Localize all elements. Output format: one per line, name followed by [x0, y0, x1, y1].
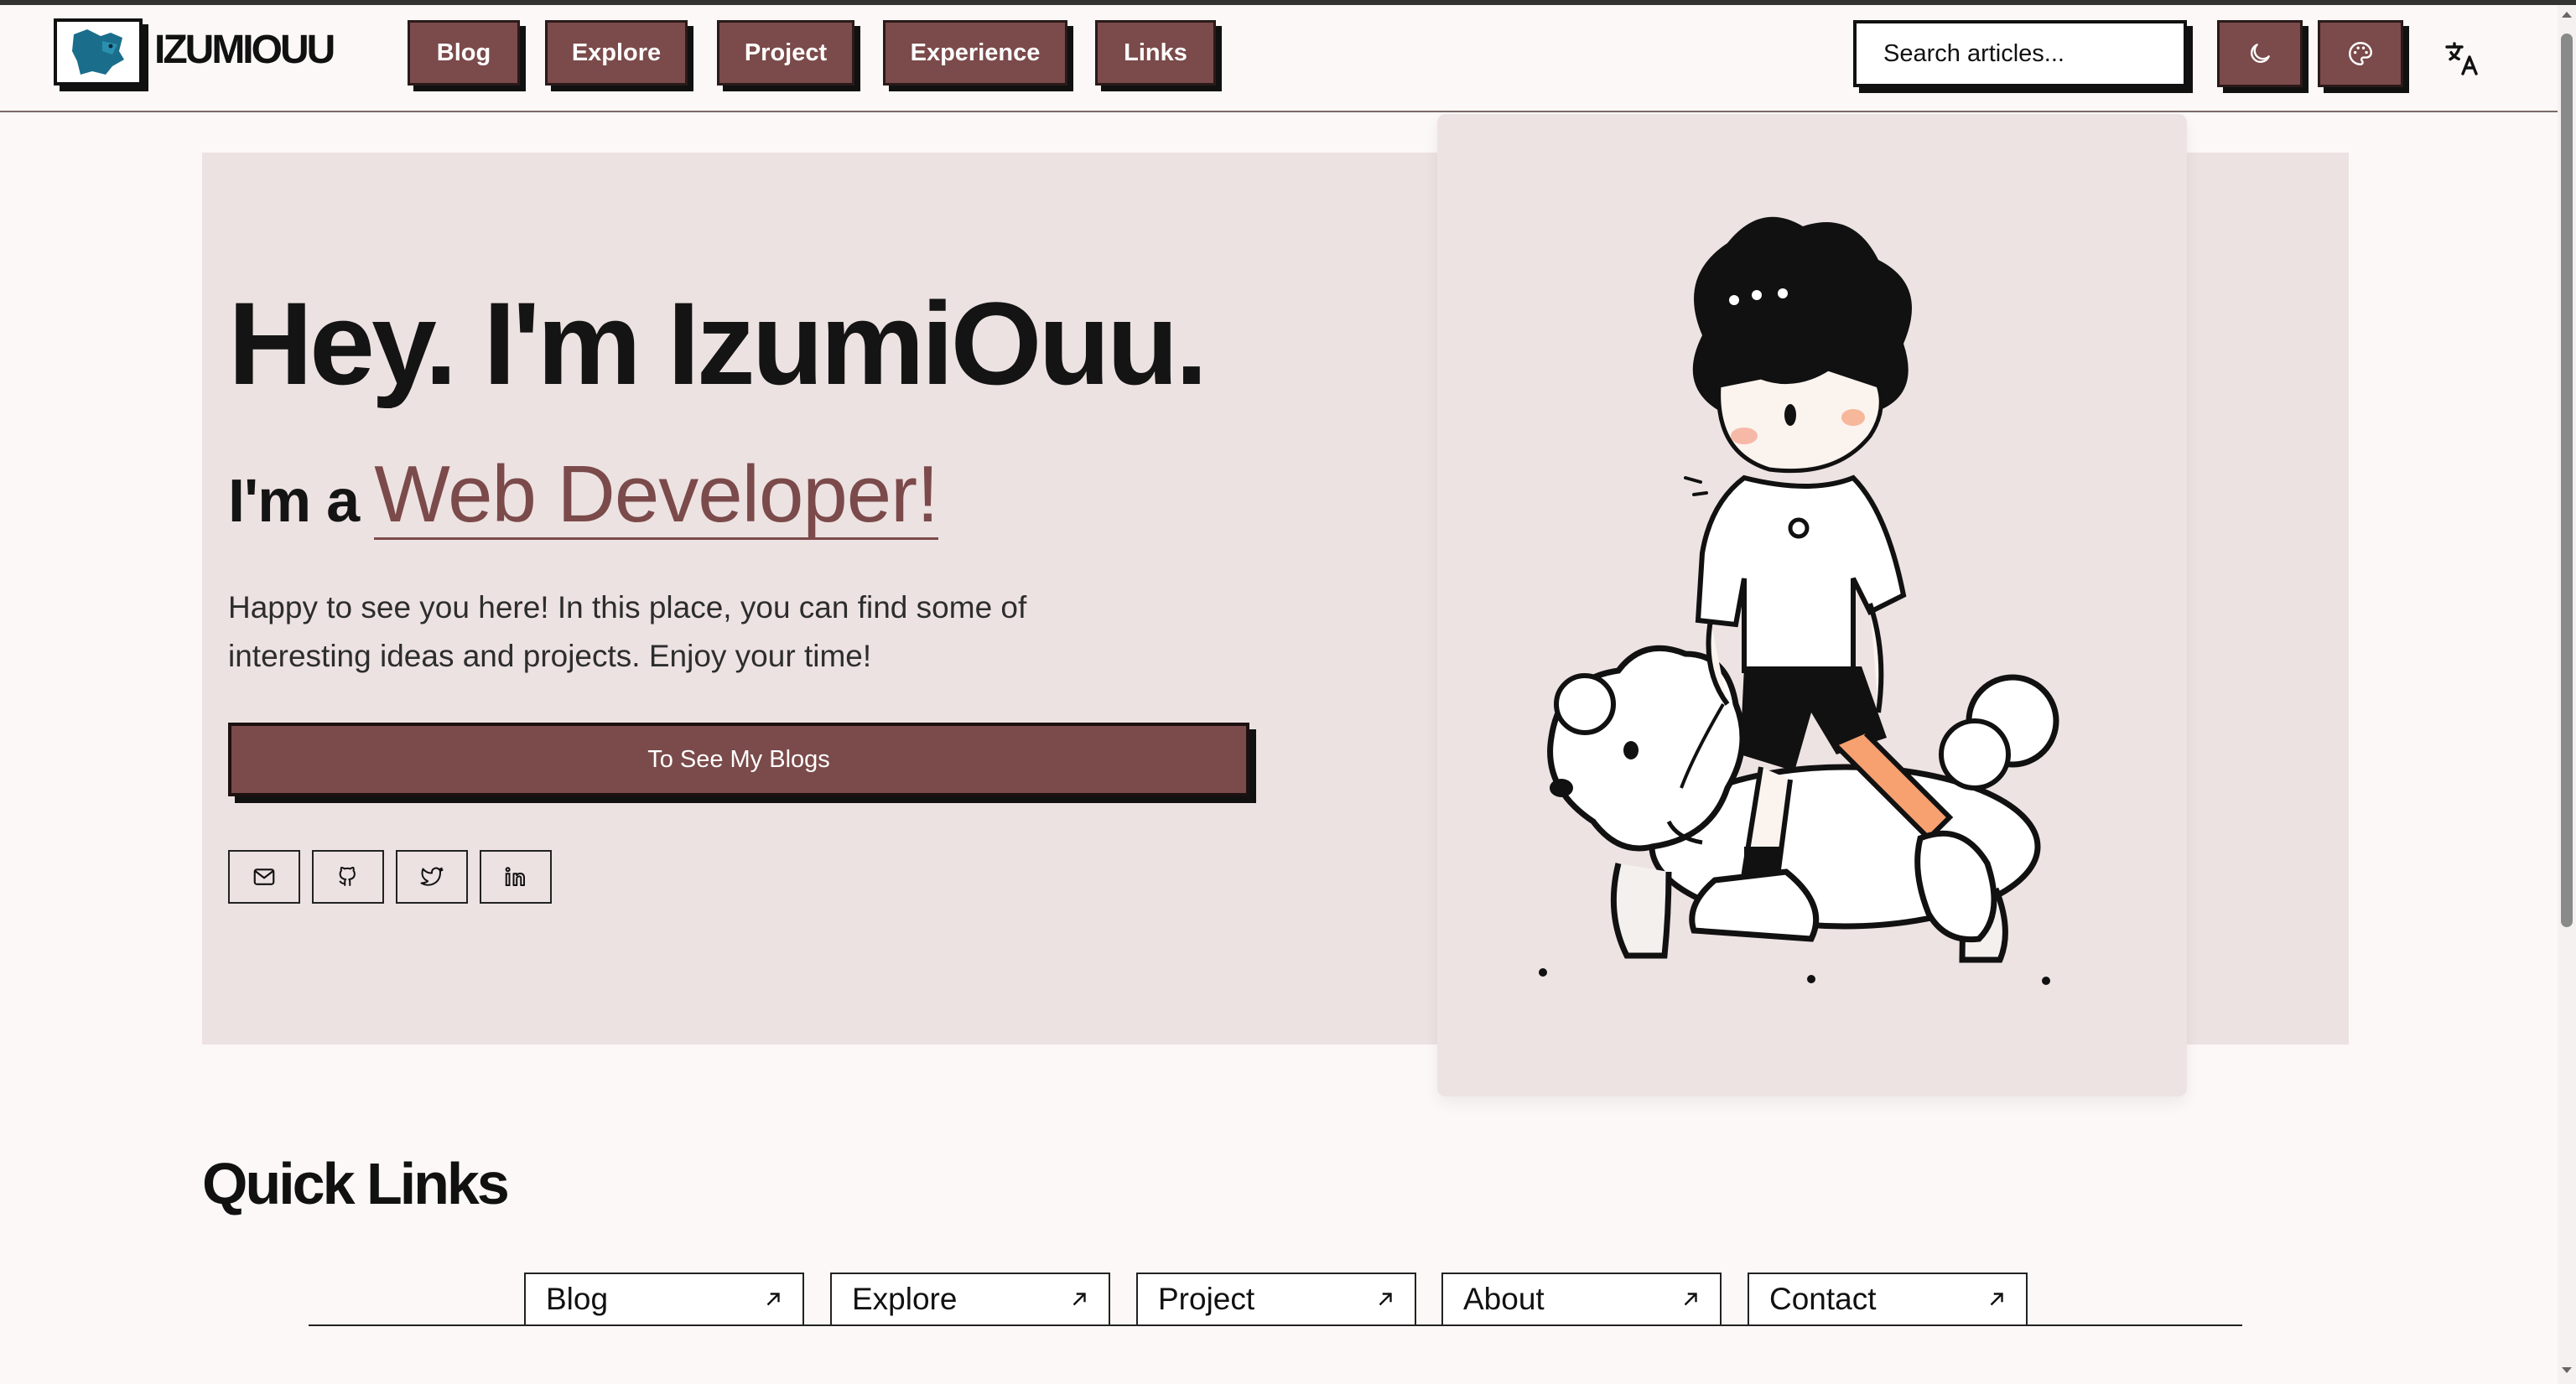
mail-icon [253, 868, 275, 885]
search-box[interactable] [1853, 20, 2199, 87]
nav-experience-button[interactable]: Experience [883, 20, 1067, 86]
palette-icon [2349, 42, 2372, 65]
logo-icon [72, 29, 124, 75]
nav-links-button[interactable]: Links [1095, 20, 1216, 86]
quick-link-explore[interactable]: Explore [830, 1273, 1110, 1326]
github-icon [339, 866, 356, 886]
email-button[interactable] [228, 850, 300, 904]
nav-explore-button[interactable]: Explore [545, 20, 688, 86]
search-input[interactable] [1883, 39, 2199, 68]
quick-link-contact[interactable]: Contact [1748, 1273, 2028, 1326]
scrollbar-thumb[interactable] [2561, 34, 2573, 927]
scroll-up-arrow-icon[interactable] [2559, 8, 2574, 20]
arrow-up-right-icon [766, 1293, 780, 1306]
nav-blog-button[interactable]: Blog [408, 20, 520, 86]
nav-project-button[interactable]: Project [717, 20, 854, 86]
language-button[interactable] [2438, 35, 2485, 82]
quick-link-about[interactable]: About [1441, 1273, 1722, 1326]
linkedin-icon [505, 867, 525, 886]
github-button[interactable] [312, 850, 384, 904]
arrow-up-right-icon [1379, 1293, 1392, 1306]
quick-link-blog[interactable]: Blog [524, 1273, 804, 1326]
hero-subtitle-prefix: I'm a [228, 468, 360, 535]
hero-title: Hey. I'm IzumiOuu. [228, 277, 1208, 409]
quick-link-label: Explore [852, 1282, 958, 1316]
page: IZUMIOUU Blog Explore Project Experience… [0, 0, 2576, 1384]
twitter-icon [420, 867, 444, 886]
brand-name[interactable]: IZUMIOUU [154, 27, 335, 73]
moon-icon [2251, 44, 2270, 63]
hero-subtitle: I'm a Web Developer! [228, 449, 939, 540]
twitter-button[interactable] [396, 850, 468, 904]
theme-palette-button[interactable] [2318, 20, 2403, 87]
arrow-up-right-icon [1990, 1293, 2003, 1306]
hero-description: Happy to see you here! In this place, yo… [228, 590, 1027, 673]
quick-link-label: Blog [546, 1282, 609, 1316]
translate-icon [2445, 42, 2478, 75]
quick-links-title: Quick Links [202, 1151, 510, 1216]
hero-illustration [1539, 216, 2059, 985]
quick-link-project[interactable]: Project [1136, 1273, 1416, 1326]
quick-link-label: Contact [1769, 1282, 1877, 1316]
linkedin-button[interactable] [480, 850, 552, 904]
scroll-down-arrow-icon[interactable] [2559, 1365, 2574, 1376]
see-blogs-button[interactable]: To See My Blogs [228, 723, 1249, 796]
quick-link-label: About [1463, 1282, 1545, 1316]
logo[interactable] [54, 18, 143, 86]
arrow-up-right-icon [1684, 1293, 1697, 1306]
quick-link-label: Project [1158, 1282, 1255, 1316]
arrow-up-right-icon [1072, 1293, 1086, 1306]
site-header: IZUMIOUU Blog Explore Project Experience… [0, 5, 2558, 112]
dark-mode-button[interactable] [2217, 20, 2303, 87]
hero-role: Web Developer! [374, 449, 939, 540]
